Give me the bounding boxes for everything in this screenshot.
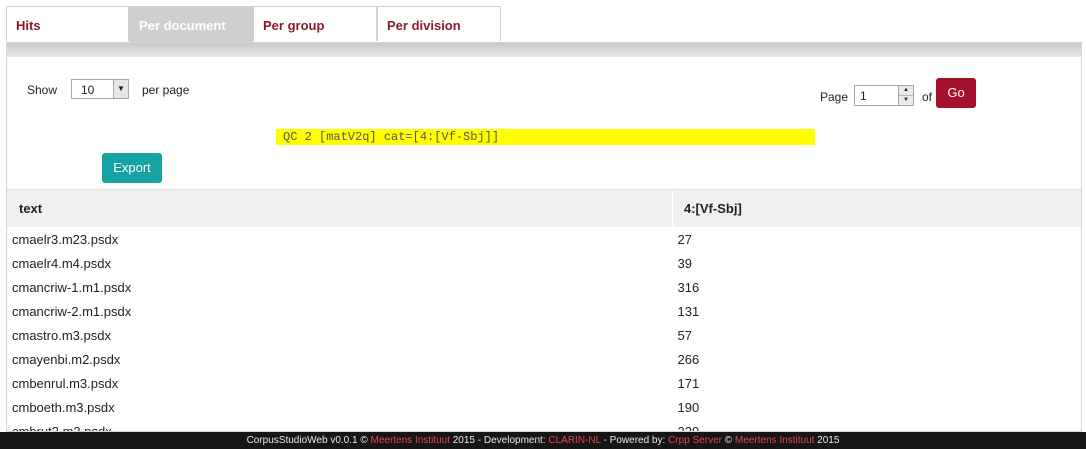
cell-text: cmbrut3.m3.psdx: [12, 423, 112, 432]
table-row: cmancriw-2.m1.psdx 131: [7, 299, 1081, 323]
cell-count: 229: [677, 423, 700, 432]
query-description: QC 2 [matV2q] cat=[4:[Vf-Sbj]]: [276, 129, 815, 145]
cell-text: cmancriw-2.m1.psdx: [12, 303, 132, 319]
export-button[interactable]: Export: [102, 153, 162, 183]
spin-up-icon[interactable]: ▲: [899, 86, 913, 95]
table-row: cmastro.m3.psdx 57: [7, 323, 1081, 347]
footer-link-crpp[interactable]: Crpp Server: [668, 435, 722, 446]
tab-per-group[interactable]: Per group: [253, 6, 377, 41]
results-table: text 4:[Vf-Sbj] cmaelr3.m23.psdx 27 cmae…: [7, 189, 1081, 432]
cell-text: cmbenrul.m3.psdx: [12, 375, 119, 391]
cell-count: 316: [677, 279, 700, 295]
chevron-down-icon[interactable]: ▼: [113, 80, 128, 98]
footer-year: 2015: [817, 435, 840, 446]
of-label: of: [922, 90, 933, 104]
cell-count: 27: [677, 231, 692, 247]
table-row: cmbenrul.m3.psdx 171: [7, 371, 1081, 395]
panel-header-bar: [7, 43, 1081, 57]
show-label: Show: [27, 83, 58, 97]
cell-text: cmayenbi.m2.psdx: [12, 351, 121, 367]
table-row: cmboeth.m3.psdx 190: [7, 395, 1081, 419]
cell-text: cmboeth.m3.psdx: [12, 399, 115, 415]
cell-count: 171: [677, 375, 700, 391]
footer-link-clarin[interactable]: CLARIN-NL: [548, 435, 600, 446]
page-number-value: 1: [860, 89, 867, 103]
cell-count: 39: [677, 255, 692, 271]
footer-copyright: ©: [724, 435, 733, 446]
footer-powered-by: - Powered by:: [603, 435, 666, 446]
spin-down-icon[interactable]: ▼: [899, 95, 913, 105]
cell-text: cmaelr3.m23.psdx: [12, 231, 119, 247]
page-spinner[interactable]: ▲ ▼: [898, 86, 913, 105]
footer-link-meertens[interactable]: Meertens Instituut: [370, 435, 449, 446]
table-row: cmancriw-1.m1.psdx 316: [7, 275, 1081, 299]
table-row: cmbrut3.m3.psdx 229: [7, 419, 1081, 432]
cell-text: cmaelr4.m4.psdx: [12, 255, 111, 271]
table-header-row: text 4:[Vf-Sbj]: [7, 189, 1081, 227]
cell-text: cmancriw-1.m1.psdx: [12, 279, 132, 295]
per-page-select[interactable]: 10 ▼: [71, 79, 129, 99]
page-label: Page: [820, 90, 849, 104]
cell-count: 266: [677, 351, 700, 367]
per-page-value: 10: [81, 83, 95, 97]
footer-app-name: CorpusStudioWeb v0.0.1 ©: [246, 435, 368, 446]
tab-per-document[interactable]: Per document: [129, 6, 253, 43]
cell-count: 131: [677, 303, 700, 319]
footer-development: 2015 - Development:: [452, 435, 546, 446]
page-footer: CorpusStudioWeb v0.0.1 © Meertens Instit…: [0, 432, 1086, 449]
page-number-input[interactable]: 1 ▲ ▼: [854, 85, 914, 106]
column-header-text[interactable]: text: [7, 189, 673, 227]
tab-hits[interactable]: Hits: [6, 6, 129, 41]
table-row: cmayenbi.m2.psdx 266: [7, 347, 1081, 371]
table-row: cmaelr3.m23.psdx 27: [7, 227, 1081, 251]
go-button[interactable]: Go: [936, 78, 976, 108]
column-header-count[interactable]: 4:[Vf-Sbj]: [672, 189, 1081, 227]
cell-count: 190: [677, 399, 700, 415]
cell-count: 57: [677, 327, 692, 343]
cell-text: cmastro.m3.psdx: [12, 327, 111, 343]
results-panel: Show 10 ▼ per page Page 1 ▲ ▼ of Go QC 2…: [6, 42, 1082, 432]
tab-per-division[interactable]: Per division: [377, 6, 501, 41]
table-row: cmaelr4.m4.psdx 39: [7, 251, 1081, 275]
per-page-label: per page: [142, 83, 190, 97]
footer-link-meertens-2[interactable]: Meertens Instituut: [735, 435, 814, 446]
